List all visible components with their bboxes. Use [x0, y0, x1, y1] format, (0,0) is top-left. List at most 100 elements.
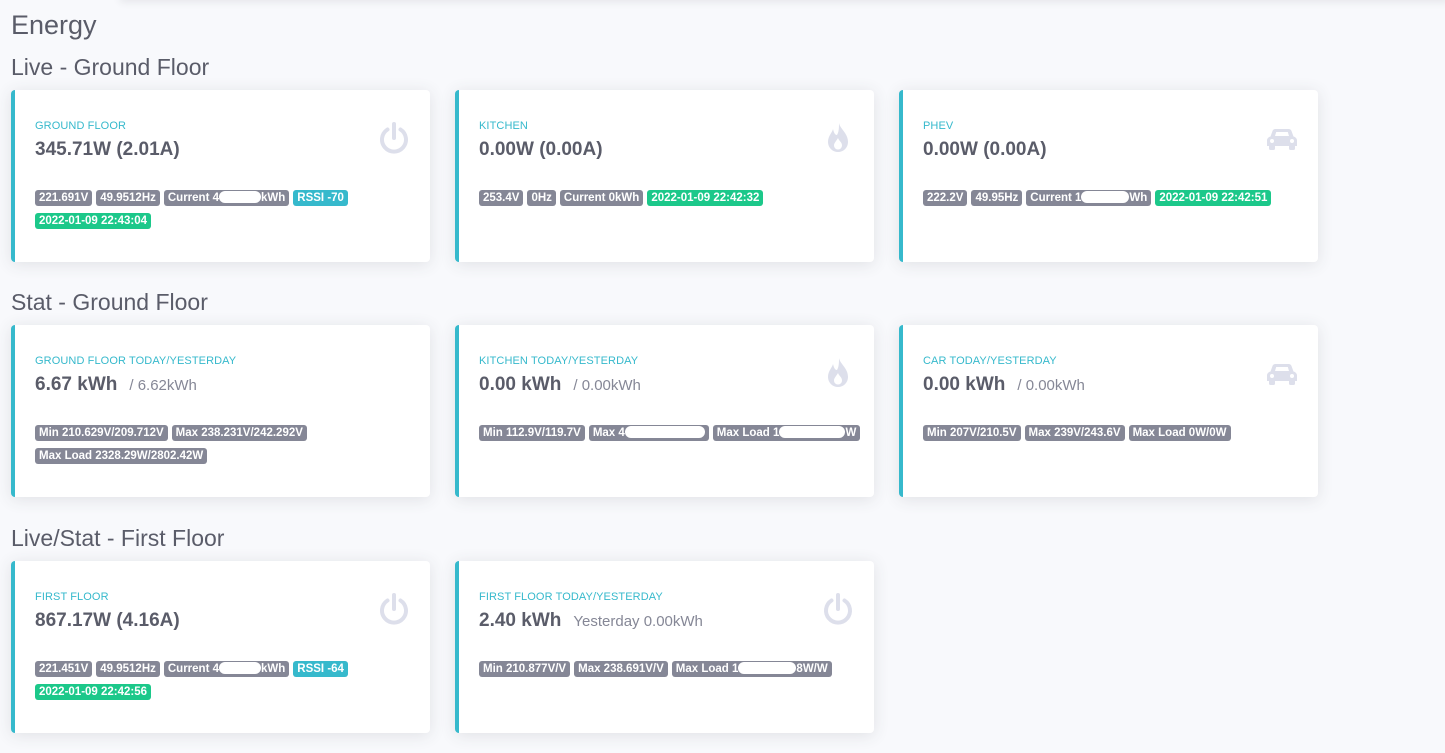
- card-main-value: 0.00W (0.00A): [923, 139, 1047, 160]
- card-value: 0.00W (0.00A): [923, 138, 1059, 163]
- power-icon: [820, 591, 856, 627]
- card-sub-value: / 6.62kWh: [129, 377, 197, 394]
- badge-text-post: 8W/W: [796, 663, 828, 675]
- card-sub-value: / 0.00kWh: [573, 377, 641, 394]
- card-car-stat: CAR TODAY/YESTERDAY 0.00 kWh / 0.00kWh Mi…: [899, 325, 1318, 497]
- badge-text-pre: Max Load 1: [716, 427, 780, 439]
- section-title-first-floor: Live/Stat - First Floor: [11, 525, 225, 551]
- card-ground-floor-stat: GROUND FLOOR TODAY/YESTERDAY 6.67 kWh / 6…: [11, 325, 430, 497]
- status-badge: 222.2V: [923, 190, 968, 206]
- card-kitchen-live: KITCHEN 0.00W (0.00A) 253.4V 0Hz Current 0…: [455, 90, 874, 262]
- card-label: FIRST FLOOR TODAY/YESTERDAY: [479, 591, 663, 603]
- badge-list: 221.451V 49.9512Hz Current 4 kWh RSSI -64 202…: [35, 661, 425, 707]
- fire-icon: [820, 120, 856, 156]
- card-label: KITCHEN TODAY/YESTERDAY: [479, 355, 639, 367]
- redacted-badge: Current 4 kWh: [163, 661, 290, 677]
- badge-text-post: kWh: [261, 663, 286, 675]
- card-label: GROUND FLOOR TODAY/YESTERDAY: [35, 355, 237, 367]
- badge-text-pre: Current 4: [167, 192, 219, 204]
- card-label: FIRST FLOOR: [35, 591, 109, 603]
- card-sub-value: / 0.00kWh: [1017, 377, 1085, 394]
- redaction-mark: [738, 662, 797, 674]
- card-label: PHEV: [923, 120, 954, 132]
- redacted-badge: Current 4 kWh: [163, 190, 290, 206]
- card-sub-value: Yesterday 0.00kWh: [573, 613, 703, 630]
- card-main-value: 867.17W (4.16A): [35, 610, 180, 631]
- card-label: CAR TODAY/YESTERDAY: [923, 355, 1057, 367]
- redaction-mark: [1081, 191, 1130, 203]
- badge-list: Min 207V/210.5V Max 239V/243.6V Max Load 0…: [923, 425, 1313, 448]
- car-icon: [1264, 355, 1300, 391]
- energy-page: Energy Live - Ground Floor Stat - Ground…: [0, 0, 1445, 753]
- status-badge: Current 0kWh: [559, 190, 644, 206]
- timestamp-badge: 2022-01-09 22:42:56: [35, 684, 152, 700]
- redacted-badge: Max 4: [588, 425, 709, 441]
- card-ground-floor-live: GROUND FLOOR 345.71W (2.01A) 221.691V 49.…: [11, 90, 430, 262]
- card-value: 345.71W (2.01A): [35, 138, 192, 163]
- status-badge: Min 210.629V/209.712V: [35, 425, 168, 441]
- badge-list: Min 112.9V/119.7V Max 4 Max Load 1 W: [479, 425, 869, 448]
- card-main-value: 0.00 kWh: [479, 374, 562, 395]
- status-badge: 221.451V: [35, 661, 93, 677]
- fire-icon: [820, 355, 856, 391]
- redacted-badge: Current 1 Wh: [1026, 190, 1152, 206]
- card-main-value: 0.00 kWh: [923, 374, 1006, 395]
- badge-text-post: Wh: [1129, 192, 1148, 204]
- badge-list: Min 210.629V/209.712V Max 238.231V/242.29…: [35, 425, 425, 471]
- card-value: 0.00W (0.00A): [479, 138, 615, 163]
- badge-list: Min 210.877V/V Max 238.691V/V Max Load 1 8W…: [479, 661, 869, 684]
- badge-text-post: kWh: [261, 192, 286, 204]
- redaction-mark: [219, 191, 261, 203]
- status-badge: 253.4V: [479, 190, 524, 206]
- card-label: GROUND FLOOR: [35, 120, 127, 132]
- card-kitchen-stat: KITCHEN TODAY/YESTERDAY 0.00 kWh / 0.00kW…: [455, 325, 874, 497]
- card-main-value: 2.40 kWh: [479, 610, 562, 631]
- status-badge: Max 238.231V/242.292V: [171, 425, 307, 441]
- status-badge: 49.9512Hz: [96, 190, 160, 206]
- timestamp-badge: 2022-01-09 22:43:04: [35, 213, 152, 229]
- rssi-badge: RSSI -70: [293, 190, 348, 206]
- page-title: Energy: [11, 10, 97, 40]
- power-icon: [376, 591, 412, 627]
- card-value: 6.67 kWh / 6.62kWh: [35, 373, 197, 398]
- section-title-stat-ground-floor: Stat - Ground Floor: [11, 289, 208, 315]
- badge-text-post: W: [845, 427, 857, 439]
- card-first-floor-stat: FIRST FLOOR TODAY/YESTERDAY 2.40 kWh Yest…: [455, 561, 874, 733]
- status-badge: Max 239V/243.6V: [1024, 425, 1125, 441]
- badge-list: 253.4V 0Hz Current 0kWh 2022-01-09 22:42:32: [479, 190, 869, 213]
- status-badge: Min 210.877V/V: [479, 661, 571, 677]
- redaction-mark: [779, 426, 846, 438]
- status-badge: Max Load 0W/0W: [1128, 425, 1231, 441]
- redacted-badge: Max Load 1 8W/W: [671, 661, 832, 677]
- card-value: 0.00 kWh / 0.00kWh: [479, 373, 641, 398]
- timestamp-badge: 2022-01-09 22:42:51: [1155, 190, 1272, 206]
- redacted-badge: Max Load 1 W: [712, 425, 861, 441]
- redaction-mark: [219, 662, 261, 674]
- status-badge: Min 207V/210.5V: [923, 425, 1021, 441]
- card-phev-live: PHEV 0.00W (0.00A) 222.2V 49.95Hz Current …: [899, 90, 1318, 262]
- timestamp-badge: 2022-01-09 22:42:32: [647, 190, 764, 206]
- power-icon: [376, 120, 412, 156]
- card-main-value: 6.67 kWh: [35, 374, 118, 395]
- status-badge: 49.9512Hz: [96, 661, 160, 677]
- car-icon: [1264, 120, 1300, 156]
- card-first-floor-live: FIRST FLOOR 867.17W (4.16A) 221.451V 49.9…: [11, 561, 430, 733]
- rssi-badge: RSSI -64: [293, 661, 348, 677]
- status-badge: 0Hz: [527, 190, 556, 206]
- status-badge: Max 238.691V/V: [574, 661, 668, 677]
- badge-list: 222.2V 49.95Hz Current 1 Wh 2022-01-09 22:42…: [923, 190, 1313, 213]
- badge-text-pre: Current 4: [167, 663, 219, 675]
- card-label: KITCHEN: [479, 120, 528, 132]
- badge-list: 221.691V 49.9512Hz Current 4 kWh RSSI -70 202…: [35, 190, 425, 236]
- card-value: 2.40 kWh Yesterday 0.00kWh: [479, 609, 703, 634]
- card-value: 0.00 kWh / 0.00kWh: [923, 373, 1085, 398]
- card-value: 867.17W (4.16A): [35, 609, 192, 634]
- card-main-value: 345.71W (2.01A): [35, 139, 180, 160]
- badge-text-pre: Max Load 1: [675, 663, 739, 675]
- status-badge: 49.95Hz: [971, 190, 1023, 206]
- badge-text-pre: Max 4: [592, 427, 625, 439]
- status-badge: 221.691V: [35, 190, 93, 206]
- status-badge: Max Load 2328.29W/2802.42W: [35, 448, 208, 464]
- card-main-value: 0.00W (0.00A): [479, 139, 603, 160]
- section-title-live-ground-floor: Live - Ground Floor: [11, 54, 210, 80]
